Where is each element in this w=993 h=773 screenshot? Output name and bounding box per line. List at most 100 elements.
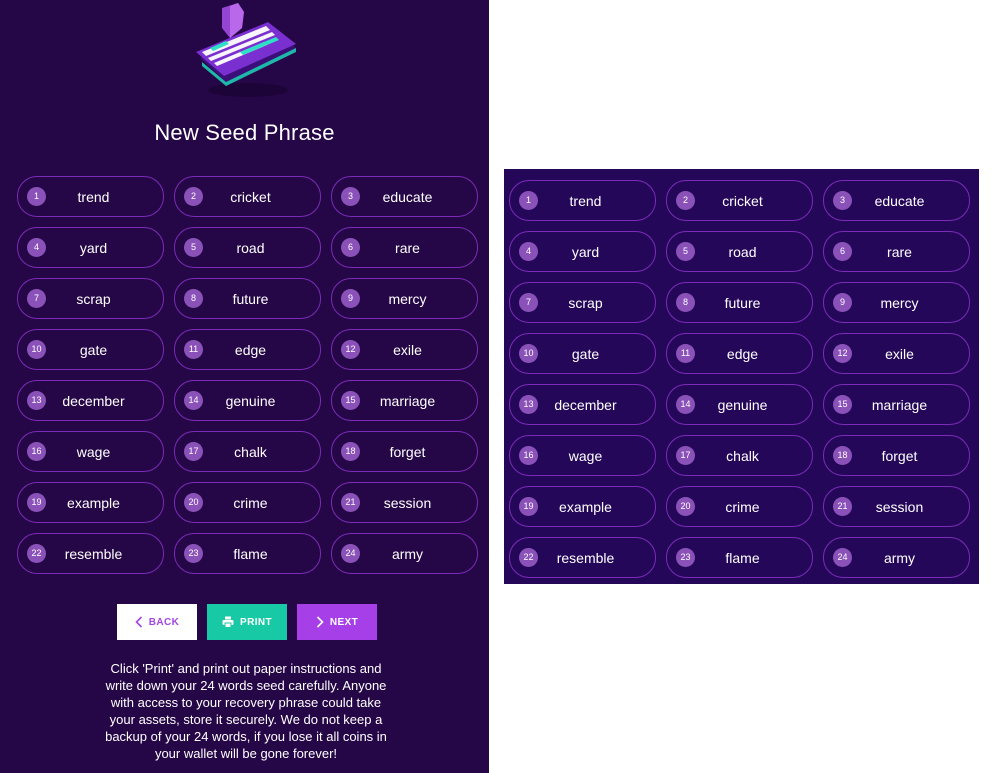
seed-word-number: 8 xyxy=(676,293,695,312)
seed-word: 23 flame xyxy=(666,537,813,578)
seed-word-number: 12 xyxy=(833,344,852,363)
back-button[interactable]: BACK xyxy=(117,604,197,640)
seed-word-number: 21 xyxy=(341,493,360,512)
seed-word-number: 16 xyxy=(519,446,538,465)
seed-word-number: 19 xyxy=(519,497,538,516)
seed-word-text: forget xyxy=(389,443,426,460)
action-buttons: BACK PRINT NEXT xyxy=(117,604,377,640)
seed-word: 23 flame xyxy=(174,533,321,574)
seed-word-grid: 1 trend 2 cricket 3 educate 4 yard 5 road 6 rare 7 sc… xyxy=(17,176,478,574)
print-button[interactable]: PRINT xyxy=(207,604,287,640)
seed-word-number: 4 xyxy=(519,242,538,261)
seed-word-text: chalk xyxy=(234,443,267,460)
seed-word: 12 exile xyxy=(331,329,478,370)
seed-word-number: 19 xyxy=(27,493,46,512)
seed-word: 3 educate xyxy=(823,180,970,221)
seed-word-number: 11 xyxy=(676,344,695,363)
seed-word-text: marriage xyxy=(379,392,436,409)
seed-word: 14 genuine xyxy=(174,380,321,421)
seed-word-text: session xyxy=(383,494,432,511)
seed-word-text: crime xyxy=(725,498,760,515)
seed-word-number: 18 xyxy=(341,442,360,461)
seed-word: 5 road xyxy=(174,227,321,268)
seed-word-text: yard xyxy=(79,239,108,256)
seed-word-text: road xyxy=(728,243,757,260)
seed-word-text: edge xyxy=(234,341,267,358)
seed-word-number: 21 xyxy=(833,497,852,516)
seed-word-number: 5 xyxy=(184,238,203,257)
seed-word-text: scrap xyxy=(568,294,603,311)
seed-word: 3 educate xyxy=(331,176,478,217)
seed-word-number: 14 xyxy=(676,395,695,414)
seed-word-text: december xyxy=(554,396,617,413)
seed-word: 11 edge xyxy=(666,333,813,374)
seed-word: 20 crime xyxy=(666,486,813,527)
seed-word-number: 4 xyxy=(27,238,46,257)
seed-word-text: road xyxy=(236,239,265,256)
seed-word: 24 army xyxy=(331,533,478,574)
seed-word-number: 22 xyxy=(519,548,538,567)
seed-word-number: 13 xyxy=(519,395,538,414)
chevron-left-icon xyxy=(135,616,142,628)
seed-word-number: 13 xyxy=(27,391,46,410)
seed-word: 18 forget xyxy=(331,431,478,472)
seed-word-number: 20 xyxy=(676,497,695,516)
seed-word: 17 chalk xyxy=(174,431,321,472)
seed-word-text: exile xyxy=(885,345,914,362)
seed-word-number: 3 xyxy=(833,191,852,210)
seed-word-number: 23 xyxy=(676,548,695,567)
seed-word-number: 9 xyxy=(341,289,360,308)
next-button[interactable]: NEXT xyxy=(297,604,377,640)
seed-word: 21 session xyxy=(823,486,970,527)
seed-word: 2 cricket xyxy=(174,176,321,217)
seed-word-text: genuine xyxy=(717,396,768,413)
seed-word-number: 1 xyxy=(27,187,46,206)
seed-word-text: rare xyxy=(395,239,420,256)
seed-word-text: flame xyxy=(233,545,268,562)
page-title: New Seed Phrase xyxy=(154,120,335,145)
seed-word-text: yard xyxy=(571,243,600,260)
print-button-label: PRINT xyxy=(240,616,272,628)
preview-word-grid: 1 trend 2 cricket 3 educate 4 yard 5 road 6 rare 7 sc… xyxy=(509,180,970,578)
seed-word-number: 7 xyxy=(519,293,538,312)
seed-word: 4 yard xyxy=(17,227,164,268)
seed-word-number: 6 xyxy=(341,238,360,257)
seed-word-number: 24 xyxy=(341,544,360,563)
seed-word-number: 11 xyxy=(184,340,203,359)
seed-word-text: army xyxy=(883,549,916,566)
seed-word: 1 trend xyxy=(17,176,164,217)
seed-word-text: resemble xyxy=(556,549,615,566)
seed-word-text: resemble xyxy=(64,545,123,562)
seed-word-text: army xyxy=(391,545,424,562)
seed-word-number: 12 xyxy=(341,340,360,359)
seed-word: 6 rare xyxy=(331,227,478,268)
seed-word: 24 army xyxy=(823,537,970,578)
seed-word-text: example xyxy=(67,494,120,511)
seed-word-number: 1 xyxy=(519,191,538,210)
seed-word-text: flame xyxy=(725,549,760,566)
seed-word: 7 scrap xyxy=(17,278,164,319)
seed-word-text: cricket xyxy=(230,188,271,205)
seed-word-text: future xyxy=(724,294,761,311)
seed-word: 16 wage xyxy=(17,431,164,472)
seed-word: 19 example xyxy=(509,486,656,527)
seed-word: 11 edge xyxy=(174,329,321,370)
seed-word: 15 marriage xyxy=(823,384,970,425)
instructions-text: Click 'Print' and print out paper instru… xyxy=(105,661,387,761)
seed-word: 14 genuine xyxy=(666,384,813,425)
seed-word-text: wage xyxy=(568,447,603,464)
seed-word-text: exile xyxy=(393,341,422,358)
seed-word-number: 10 xyxy=(519,344,538,363)
seed-word-text: genuine xyxy=(225,392,276,409)
back-button-label: BACK xyxy=(148,616,180,628)
printer-icon xyxy=(222,616,234,628)
seed-word: 2 cricket xyxy=(666,180,813,221)
seed-word-text: scrap xyxy=(76,290,111,307)
seed-word-number: 2 xyxy=(184,187,203,206)
seed-word: 9 mercy xyxy=(823,282,970,323)
seed-word: 19 example xyxy=(17,482,164,523)
seed-word-number: 23 xyxy=(184,544,203,563)
seed-word: 20 crime xyxy=(174,482,321,523)
seed-word: 6 rare xyxy=(823,231,970,272)
seed-word-text: forget xyxy=(881,447,918,464)
